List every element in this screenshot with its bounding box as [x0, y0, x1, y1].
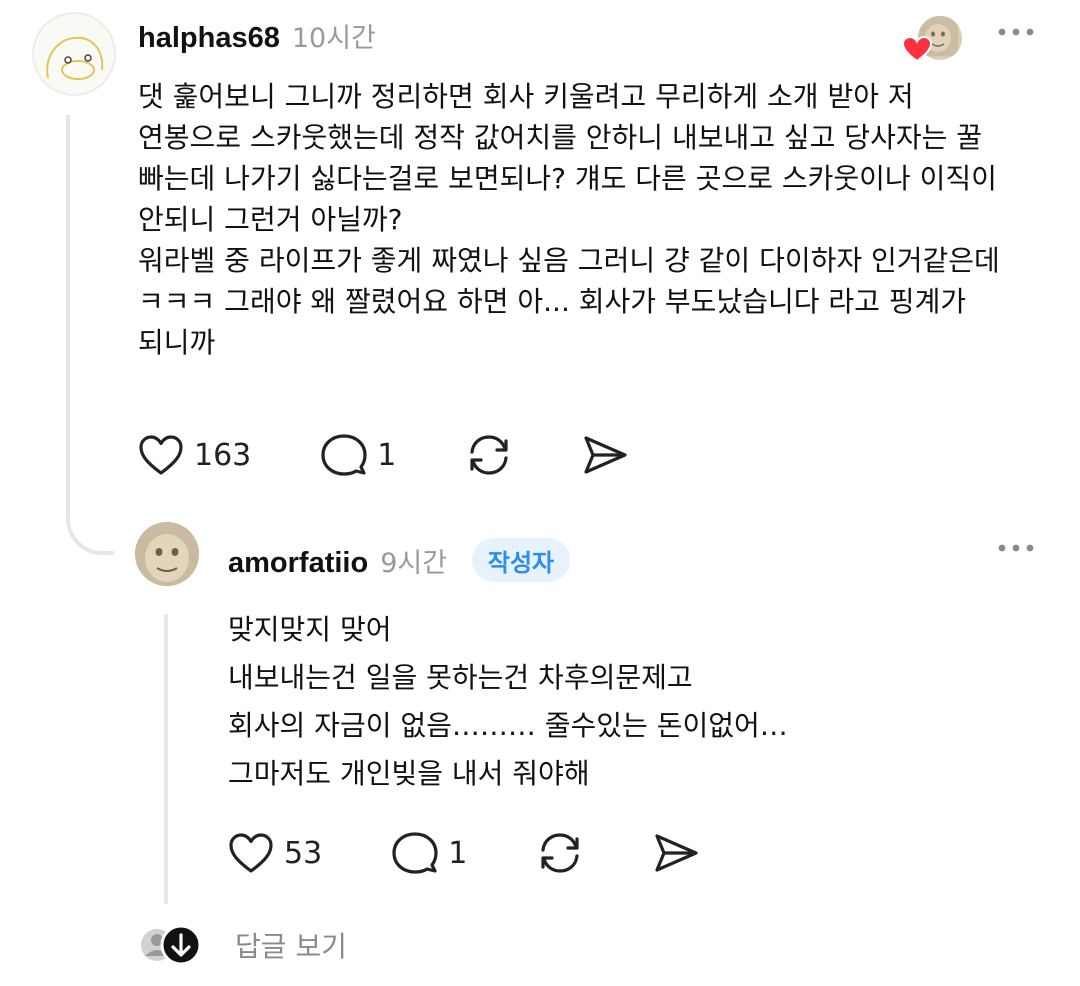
comment-header: halphas68 10시간 — [138, 16, 376, 55]
reply-reply-button[interactable]: 1 — [392, 831, 467, 875]
send-icon — [655, 834, 698, 872]
reply-thread-line — [164, 614, 168, 904]
comment-actions: 163 1 — [138, 432, 698, 478]
comment-bubble-icon — [392, 832, 438, 874]
reply-more-options-icon[interactable] — [996, 538, 1036, 562]
username[interactable]: halphas68 — [138, 22, 280, 55]
view-replies-label: 답글 보기 — [235, 930, 347, 963]
heart-icon — [229, 833, 273, 873]
view-replies-button[interactable]: 답글 보기 — [135, 922, 347, 968]
reply-share-button[interactable] — [653, 832, 699, 874]
author-liked-heart-icon — [901, 35, 933, 63]
comment-body: 댓 훑어보니 그니까 정리하면 회사 키울려고 무리하게 소개 받아 저 연봉으… — [138, 80, 1000, 359]
reply-username[interactable]: amorfatiio — [228, 547, 368, 580]
repost-icon — [470, 435, 508, 475]
reply-count: 1 — [377, 437, 397, 473]
reply-actions: 53 1 — [228, 830, 769, 876]
reply-button[interactable]: 1 — [321, 433, 396, 477]
reply-body: 맞지맞지 맞어 내보내는건 일을 못하는건 차후의문제고 회사의 자금이 없음…… — [228, 613, 788, 790]
reply-header: amorfatiio 9시간 — [228, 541, 447, 580]
repost-icon — [541, 833, 579, 873]
like-button[interactable]: 163 — [138, 434, 251, 476]
reply-like-button[interactable]: 53 — [228, 832, 322, 874]
avatar[interactable] — [32, 12, 116, 96]
more-options-icon[interactable] — [996, 22, 1036, 46]
reply-avatar[interactable] — [135, 522, 199, 586]
send-icon — [584, 436, 627, 474]
reply-reply-count: 1 — [448, 835, 468, 871]
author-badge: 작성자 — [472, 538, 570, 582]
timestamp: 10시간 — [291, 23, 376, 54]
duck-avatar-icon — [46, 36, 104, 80]
like-count: 163 — [194, 437, 252, 473]
thread-connector-line — [66, 115, 114, 555]
repost-button[interactable] — [466, 432, 512, 478]
expand-replies-icon — [141, 924, 202, 966]
share-button[interactable] — [582, 434, 628, 476]
heart-icon — [139, 435, 183, 475]
comment-bubble-icon — [321, 434, 367, 476]
reply-timestamp: 9시간 — [380, 548, 448, 579]
lion-statue-avatar-icon — [135, 522, 199, 586]
reply-like-count: 53 — [284, 835, 323, 871]
reply-repost-button[interactable] — [537, 830, 583, 876]
